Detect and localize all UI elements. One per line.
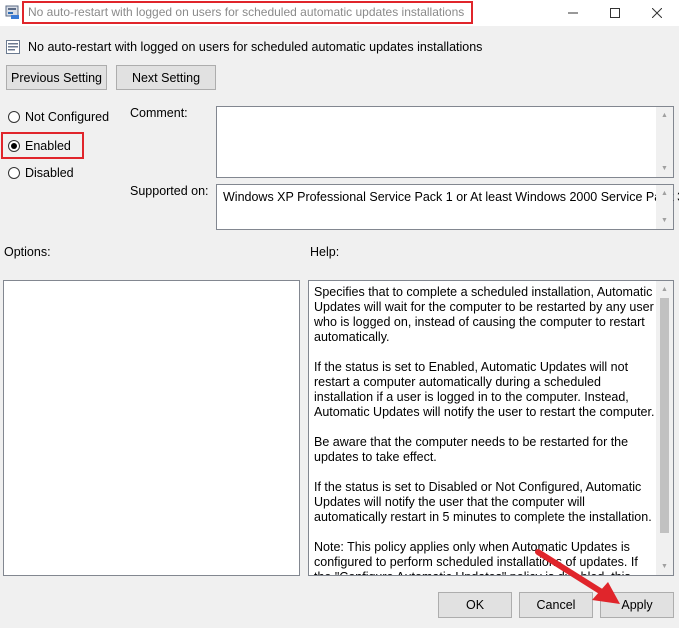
policy-setting-icon	[6, 40, 20, 54]
annotation-arrow-icon	[520, 530, 630, 610]
comment-label: Comment:	[130, 106, 188, 120]
help-paragraph: Specifies that to complete a scheduled i…	[314, 285, 654, 344]
scroll-down-icon[interactable]: ▼	[656, 212, 673, 229]
supported-on-value: Windows XP Professional Service Pack 1 o…	[223, 190, 679, 204]
supported-on-field: Windows XP Professional Service Pack 1 o…	[216, 184, 679, 230]
scroll-up-icon[interactable]: ▲	[656, 107, 673, 124]
maximize-button[interactable]	[598, 0, 632, 26]
radio-label: Not Configured	[25, 110, 110, 124]
radio-disabled[interactable]: Disabled	[8, 166, 74, 180]
help-paragraph: Be aware that the computer needs to be r…	[314, 435, 629, 464]
scroll-down-icon[interactable]: ▼	[656, 160, 673, 177]
enabled-annotation-box	[1, 132, 84, 159]
radio-label: Disabled	[25, 166, 74, 180]
radio-button[interactable]	[8, 167, 20, 179]
previous-setting-button[interactable]: Previous Setting	[6, 65, 107, 90]
close-button[interactable]	[640, 0, 674, 26]
radio-not-configured[interactable]: Not Configured	[8, 110, 109, 124]
radio-button[interactable]	[8, 111, 20, 123]
help-paragraph: If the status is set to Enabled, Automat…	[314, 360, 655, 419]
next-setting-button[interactable]: Next Setting	[116, 65, 216, 90]
policy-editor-icon	[5, 4, 21, 20]
policy-title: No auto-restart with logged on users for…	[28, 40, 483, 54]
comment-scrollbar[interactable]: ▲ ▼	[656, 107, 673, 177]
close-icon	[652, 8, 662, 18]
supported-scrollbar[interactable]: ▲ ▼	[656, 185, 673, 229]
options-panel	[3, 280, 300, 576]
comment-textarea[interactable]: ▲ ▼	[216, 106, 674, 178]
help-paragraph: If the status is set to Disabled or Not …	[314, 480, 652, 524]
options-label: Options:	[4, 245, 51, 259]
minimize-button[interactable]	[556, 0, 590, 26]
help-scrollbar[interactable]: ▲ ▼	[656, 281, 673, 575]
maximize-icon	[610, 8, 620, 18]
scroll-down-icon[interactable]: ▼	[656, 558, 673, 575]
scroll-up-icon[interactable]: ▲	[656, 281, 673, 298]
title-annotation-box	[22, 1, 473, 24]
help-scroll-thumb[interactable]	[660, 298, 669, 533]
minimize-icon	[568, 12, 578, 14]
ok-button[interactable]: OK	[438, 592, 512, 618]
scroll-up-icon[interactable]: ▲	[656, 185, 673, 202]
help-label: Help:	[310, 245, 340, 259]
supported-on-label: Supported on:	[130, 184, 209, 198]
